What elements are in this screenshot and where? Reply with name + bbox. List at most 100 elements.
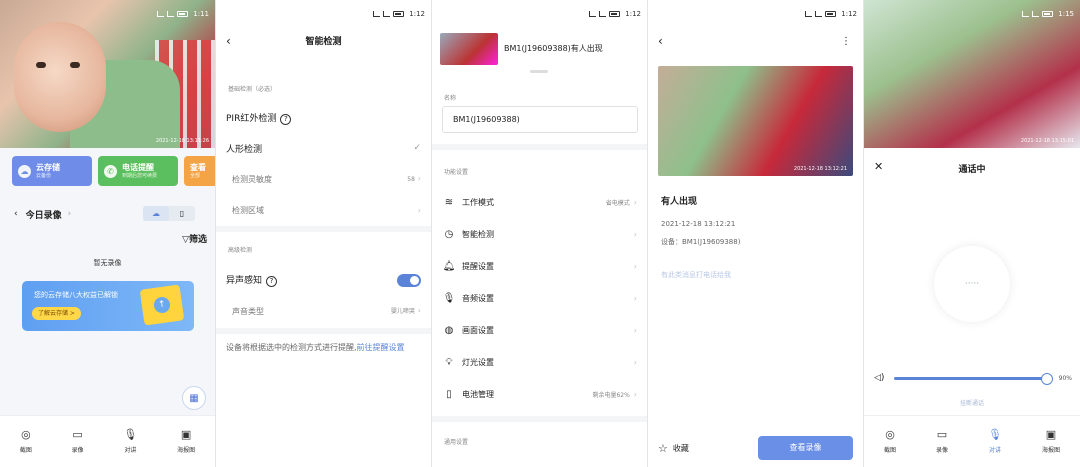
storage-toggle[interactable]: ☁ ▯ bbox=[143, 206, 195, 221]
area-row[interactable]: 检测区域 › bbox=[232, 199, 421, 221]
sensitivity-row[interactable]: 检测灵敏度 58 › bbox=[232, 168, 421, 190]
status-bar: 1:15 bbox=[864, 0, 1080, 28]
help-icon[interactable]: ? bbox=[266, 276, 278, 287]
nav-poster[interactable]: ▣ 海报图 bbox=[177, 428, 195, 455]
hangup-button[interactable]: 挂断通话 bbox=[864, 398, 1080, 407]
nav-poster[interactable]: ▣ 海报图 bbox=[1042, 429, 1060, 455]
bell-icon: 🔔︎ bbox=[442, 260, 456, 272]
hd-icon: ▣ bbox=[180, 428, 192, 441]
signal-icon bbox=[383, 11, 391, 17]
human-detect-row[interactable]: 人形检测 ✓ bbox=[226, 137, 421, 159]
sensitivity-label: 检测灵敏度 bbox=[232, 174, 272, 184]
grid-menu-button[interactable]: ▦ bbox=[182, 386, 206, 410]
menu-picture[interactable]: ◍ 画面设置 › bbox=[442, 318, 637, 342]
voice-wave-indicator[interactable]: ····· bbox=[934, 246, 1010, 322]
menu-work-mode[interactable]: ≋ 工作模式 省电模式 › bbox=[442, 190, 637, 214]
panel-smart-detection: 1:12 ‹ 智能检测 基础检测（必选） PIR红外检测? 人形检测 ✓ 检测灵… bbox=[216, 0, 431, 467]
cloud-folder-icon: ↑ bbox=[139, 284, 185, 326]
chevron-right-icon: › bbox=[633, 389, 637, 399]
video-icon: ▭ bbox=[72, 428, 83, 441]
panel-device-settings: 1:12 BM1(J19609388)有人出现 名称 BM1(J19609388… bbox=[432, 0, 647, 467]
pir-row[interactable]: PIR红外检测? bbox=[226, 107, 421, 129]
event-snapshot[interactable]: 2021-12-18 13:12:21 bbox=[658, 66, 853, 176]
notification-title[interactable]: BM1(J19609388)有人出现 bbox=[504, 43, 603, 54]
battery-icon bbox=[177, 11, 189, 17]
menu-smart-detection[interactable]: ◷ 智能检测 › bbox=[442, 222, 637, 246]
section-basic-label: 基础检测（必选） bbox=[228, 86, 277, 93]
phone-alert-card[interactable]: ✆ 电话提醒 到期后您可续费 bbox=[98, 156, 178, 186]
nav-label: 对讲 bbox=[988, 447, 1001, 454]
grid-icon: ▦ bbox=[189, 392, 199, 404]
nav-intercom[interactable]: 🎙 对讲 bbox=[123, 429, 137, 455]
more-icon[interactable]: ⋮ bbox=[841, 36, 851, 47]
no-recordings-text: 暂无录像 bbox=[93, 259, 122, 267]
action-cards: ☁ 云存储 云备份 ✆ 电话提醒 到期后您可续费 查看 全部 bbox=[12, 156, 215, 186]
notification-thumbnail[interactable] bbox=[440, 33, 498, 65]
menu-audio[interactable]: 🎙︎ 音频设置 › bbox=[442, 286, 637, 310]
camera-icon: ◎ bbox=[885, 428, 895, 441]
status-bar: 1:12 bbox=[432, 0, 647, 28]
view-recording-button[interactable]: 查看录像 bbox=[758, 436, 853, 460]
volume-slider[interactable] bbox=[894, 372, 1053, 385]
banner-button[interactable]: 了解云存储 > bbox=[32, 307, 81, 320]
filter-label: 筛选 bbox=[188, 235, 207, 245]
chevron-right-icon: › bbox=[633, 197, 637, 207]
battery-icon bbox=[609, 11, 621, 17]
sd-card-icon[interactable]: ▯ bbox=[169, 206, 195, 221]
checkmark-icon: ✓ bbox=[413, 143, 421, 153]
chevron-right-icon[interactable]: › bbox=[68, 209, 72, 219]
sound-type-label: 声音类型 bbox=[232, 306, 264, 316]
volume-row: ◁) 90% bbox=[874, 370, 1072, 386]
card-subtitle: 云备份 bbox=[36, 172, 52, 179]
battery-icon bbox=[1042, 11, 1054, 17]
event-title: 有人出现 bbox=[661, 197, 698, 207]
back-icon[interactable]: ‹ bbox=[658, 34, 663, 48]
cloud-icon[interactable]: ☁ bbox=[143, 206, 169, 221]
layers-icon: ≋ bbox=[444, 196, 454, 208]
menu-reminder[interactable]: 🔔︎ 提醒设置 › bbox=[442, 254, 637, 278]
sound-type-value: 婴儿啼哭 bbox=[390, 308, 415, 315]
nav-record[interactable]: ▭ 录像 bbox=[936, 428, 948, 455]
nav-record[interactable]: ▭ 录像 bbox=[72, 428, 84, 455]
nav-screenshot[interactable]: ◎ 截图 bbox=[884, 428, 896, 455]
section-features-label: 功能设置 bbox=[444, 169, 469, 176]
chevron-left-icon[interactable]: ‹ bbox=[14, 209, 18, 219]
device-name-field[interactable]: BM1(J19609388) bbox=[442, 106, 638, 133]
baby-eye bbox=[36, 62, 46, 68]
filter-button[interactable]: ▽筛选 bbox=[182, 232, 207, 245]
bottom-nav: ◎ 截图 ▭ 录像 🎙 对讲 ▣ 海报图 bbox=[864, 415, 1080, 467]
call-me-link[interactable]: 有此类消息打电话给我 bbox=[661, 270, 731, 280]
card-title: 云存储 bbox=[36, 162, 60, 172]
video-icon: ▭ bbox=[936, 428, 948, 441]
recordings-title: 今日录像 bbox=[25, 210, 62, 221]
chevron-right-icon: › bbox=[417, 174, 421, 183]
battery-icon bbox=[393, 11, 405, 17]
menu-label: 灯光设置 bbox=[462, 357, 494, 367]
funnel-icon: ▽ bbox=[182, 235, 189, 245]
cloud-promo-banner[interactable]: 您的云存储八大权益已解锁 了解云存储 > ↑ bbox=[22, 281, 194, 331]
nav-intercom[interactable]: 🎙 对讲 bbox=[988, 429, 1002, 455]
battery-icon: ▯ bbox=[446, 388, 452, 400]
status-time: 1:11 bbox=[193, 10, 209, 18]
menu-value: 省电模式 bbox=[605, 199, 630, 207]
nav-screenshot[interactable]: ◎ 截图 bbox=[20, 429, 32, 455]
help-icon[interactable]: ? bbox=[280, 114, 292, 125]
sound-detect-toggle[interactable] bbox=[397, 273, 421, 287]
favorite-button[interactable]: ☆ 收藏 bbox=[658, 442, 689, 455]
section-advanced-label: 高级检测 bbox=[228, 247, 253, 254]
cloud-storage-card[interactable]: ☁ 云存储 云备份 bbox=[12, 156, 92, 186]
view-all-card[interactable]: 查看 全部 bbox=[184, 156, 215, 186]
star-icon: ☆ bbox=[658, 442, 668, 455]
sound-type-row[interactable]: 声音类型 婴儿啼哭 › bbox=[232, 300, 421, 322]
page-title: 智能检测 bbox=[305, 37, 342, 47]
menu-battery[interactable]: ▯ 电池管理 剩余电量62% › bbox=[442, 382, 637, 406]
video-timestamp: 2021-12-18 13:11:26 bbox=[155, 138, 209, 144]
sheet-handle[interactable] bbox=[530, 70, 548, 73]
card-title: 电话提醒 bbox=[122, 162, 154, 172]
sound-detect-row[interactable]: 异声感知? bbox=[226, 269, 421, 291]
recordings-header: ‹ 今日录像 › ☁ ▯ bbox=[14, 206, 205, 222]
menu-light[interactable]: 💡︎ 灯光设置 › bbox=[442, 350, 638, 374]
name-label: 名称 bbox=[444, 95, 457, 102]
status-bar: 1:12 bbox=[648, 0, 863, 28]
reminder-settings-link[interactable]: 前往提醒设置 bbox=[357, 343, 405, 352]
